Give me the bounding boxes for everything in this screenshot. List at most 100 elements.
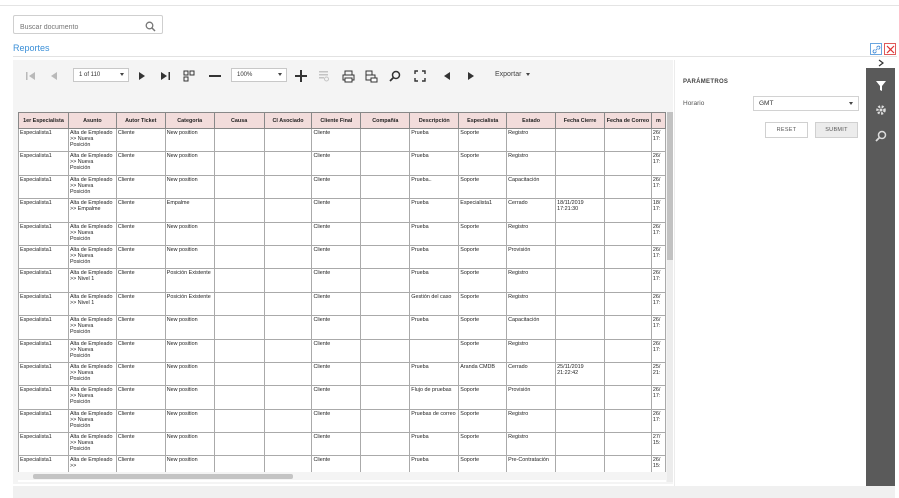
table-cell: Soporte [458, 385, 508, 410]
table-cell: Alta de Empleado >> Nueva Posición [67, 408, 117, 434]
vertical-scrollbar[interactable] [667, 112, 673, 482]
table-cell [263, 408, 313, 434]
table-cell: 26/ 17: [650, 315, 666, 340]
horizontal-scroll-thumb[interactable] [33, 474, 293, 479]
table-cell: New position [164, 127, 215, 153]
table-cell: Soporte [458, 315, 508, 340]
zoom-selector[interactable]: 100% [231, 68, 287, 82]
search-input[interactable] [14, 19, 134, 36]
forward-icon[interactable] [464, 69, 478, 83]
column-header[interactable]: m [650, 112, 666, 129]
horario-select[interactable]: GMT [753, 96, 859, 111]
table-cell [263, 174, 313, 200]
table-cell [555, 315, 606, 340]
gear-icon[interactable] [866, 98, 895, 122]
table-row: Especialista1 Alta de Empleado >> Nivel 1… [18, 268, 666, 293]
first-page-icon[interactable] [24, 69, 38, 83]
table-cell [213, 127, 265, 153]
report-page: 1er Especialista Asunto Autor Ticket Cat… [18, 112, 666, 482]
table-row: Especialista1 Alta de Empleado >> Nueva P… [18, 151, 666, 176]
table-cell: Especialista1 [18, 315, 69, 340]
table-cell: Cliente [311, 198, 362, 223]
column-header[interactable]: Asunto [67, 112, 117, 129]
table-cell: New position [164, 361, 215, 387]
table-cell: Alta de Empleado >> Nueva Posición [67, 174, 117, 200]
prev-page-icon[interactable] [47, 69, 61, 83]
table-cell: New position [164, 315, 215, 340]
table-cell: Alta de Empleado >> Nueva Posición [67, 221, 117, 246]
search-box[interactable] [13, 15, 163, 37]
table-cell: Cliente [311, 291, 362, 317]
print-page-icon[interactable] [364, 69, 378, 83]
table-cell: 18/11/2019 17:21:30 [555, 198, 606, 223]
table-cell [555, 338, 606, 363]
magnifier-icon[interactable] [388, 69, 402, 83]
table-cell [604, 198, 652, 223]
page-selector[interactable]: 1 of 110 [73, 68, 129, 82]
column-header[interactable]: Categoría [164, 112, 215, 129]
column-header[interactable]: CI Asociado [263, 112, 313, 129]
export-menu[interactable]: Exportar [495, 68, 531, 82]
column-header[interactable]: Fecha Cierre [555, 112, 606, 129]
table-row: Especialista1 Alta de Empleado >> Nivel 1… [18, 291, 666, 317]
column-header[interactable]: Estado [506, 112, 557, 129]
back-icon[interactable] [440, 69, 454, 83]
horizontal-scrollbar[interactable] [13, 472, 667, 480]
zoom-out-icon[interactable] [208, 69, 222, 83]
collapse-chevron-icon[interactable] [866, 58, 895, 68]
table-cell: Prueba [409, 432, 460, 457]
filter-icon[interactable] [866, 74, 895, 98]
table-cell: New position [164, 151, 215, 176]
table-cell: Alta de Empleado >> Nivel 1 [67, 291, 117, 317]
table-cell: Registro [506, 432, 557, 457]
table-cell [604, 174, 652, 200]
last-page-icon[interactable] [158, 69, 172, 83]
table-cell: Cliente [115, 385, 166, 410]
table-row: Especialista1 Alta de Empleado >> Nueva P… [18, 315, 666, 340]
table-cell [360, 338, 411, 363]
table-cell: Prueba.. [409, 174, 460, 200]
chevron-down-icon [849, 102, 853, 105]
table-cell: Pruebas de correo [409, 408, 460, 434]
table-cell: Registro [506, 151, 557, 176]
column-header[interactable]: Especialista [458, 112, 508, 129]
table-cell [555, 151, 606, 176]
table-row: Especialista1 Alta de Empleado >> Nueva P… [18, 408, 666, 434]
reset-button[interactable]: RESET [765, 122, 808, 138]
table-cell: New position [164, 174, 215, 200]
print-icon[interactable] [341, 69, 355, 83]
table-cell [263, 127, 313, 153]
magnifier-icon[interactable] [866, 124, 895, 148]
search-report-icon[interactable] [317, 69, 331, 83]
table-cell: Especialista1 [18, 221, 69, 246]
fullscreen-icon[interactable] [413, 69, 427, 83]
column-header[interactable]: Causa [213, 112, 265, 129]
table-cell: Alta de Empleado >> Nueva Posición [67, 361, 117, 387]
close-icon[interactable] [884, 43, 896, 55]
column-header[interactable]: Cliente Final [311, 112, 362, 129]
submit-button[interactable]: SUBMIT [815, 122, 858, 138]
column-header[interactable]: Compañía [360, 112, 411, 129]
page-layout-icon[interactable] [182, 69, 196, 83]
table-cell: Cliente [311, 151, 362, 176]
table-cell: Prueba [409, 127, 460, 153]
status-bar [13, 486, 895, 498]
vertical-scroll-thumb[interactable] [667, 112, 673, 260]
table-cell [360, 221, 411, 246]
search-icon[interactable] [145, 19, 156, 37]
table-cell [213, 361, 265, 387]
next-page-icon[interactable] [135, 69, 149, 83]
table-cell [360, 127, 411, 153]
column-header[interactable]: 1er Especialista [18, 112, 69, 129]
table-cell: Soporte [458, 291, 508, 317]
column-header[interactable]: Autor Ticket [115, 112, 166, 129]
column-header[interactable]: Descripción [409, 112, 460, 129]
zoom-in-icon[interactable] [294, 69, 308, 83]
table-cell [555, 291, 606, 317]
horario-label: Horario [683, 100, 705, 107]
column-header[interactable]: Fecha de Correo [604, 112, 652, 129]
table-cell: Cliente [115, 221, 166, 246]
table-cell: Soporte [458, 432, 508, 457]
link-icon[interactable] [870, 43, 882, 55]
table-cell: Cliente [115, 151, 166, 176]
